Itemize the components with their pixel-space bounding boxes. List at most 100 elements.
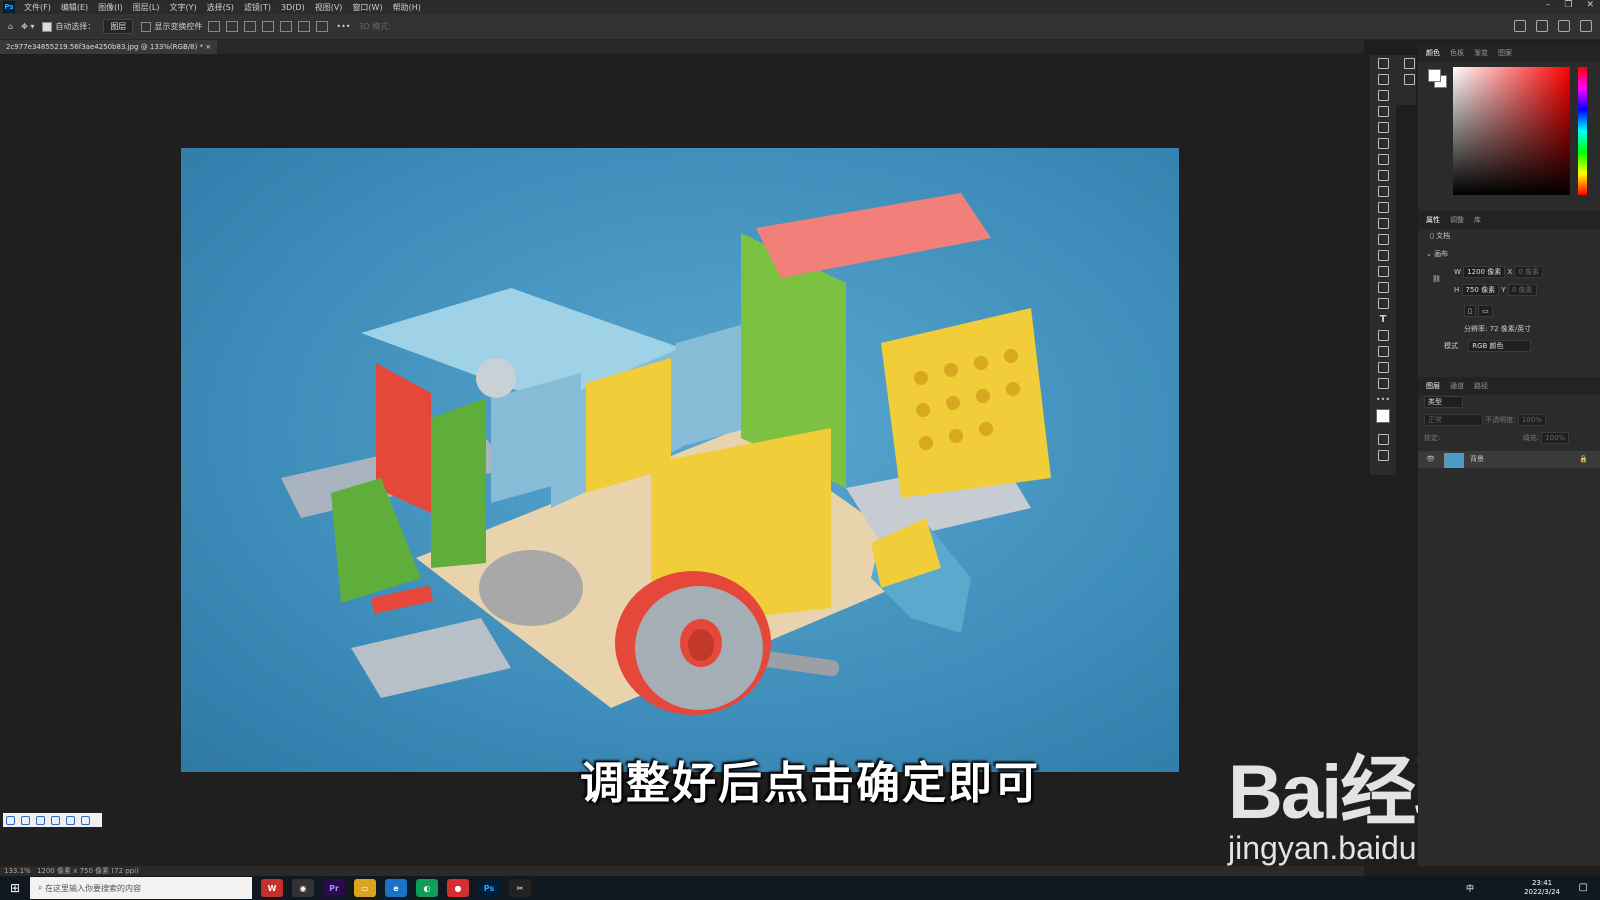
align-middle-icon[interactable] bbox=[298, 21, 311, 32]
hue-slider[interactable] bbox=[1578, 67, 1587, 195]
brush-tool[interactable] bbox=[1370, 183, 1396, 199]
hand-tool[interactable] bbox=[1370, 359, 1396, 375]
crop-tool[interactable] bbox=[1370, 119, 1396, 135]
tab-paths[interactable]: 路径 bbox=[1474, 381, 1488, 391]
mode-dropdown[interactable]: RGB 颜色 bbox=[1468, 340, 1531, 352]
menu-view[interactable]: 视图(V) bbox=[310, 2, 348, 13]
tab-layers[interactable]: 图层 bbox=[1426, 381, 1440, 391]
blend-mode-dropdown[interactable]: 正常 bbox=[1424, 414, 1483, 426]
distribute-icon[interactable] bbox=[262, 21, 275, 32]
auto-select-dropdown[interactable]: 图层 bbox=[103, 19, 134, 34]
more-options-icon[interactable]: ••• bbox=[336, 22, 350, 31]
foreground-swatch[interactable] bbox=[1428, 69, 1441, 82]
frame-tool[interactable] bbox=[1370, 135, 1396, 151]
system-clock[interactable]: 23:41 2022/3/24 bbox=[1524, 879, 1560, 897]
menu-3d[interactable]: 3D(D) bbox=[276, 3, 310, 12]
workspace-icon[interactable] bbox=[1558, 20, 1570, 32]
opacity-field[interactable]: 100% bbox=[1517, 414, 1546, 426]
taskbar-search[interactable]: ⌕ 在这里输入你要搜索的内容 bbox=[30, 877, 252, 899]
close-tab-icon[interactable]: × bbox=[205, 43, 211, 51]
paint-bucket-tool[interactable] bbox=[1370, 247, 1396, 263]
restore-icon[interactable]: ❐ bbox=[1564, 0, 1572, 10]
menu-layer[interactable]: 图层(L) bbox=[128, 2, 165, 13]
photoshop-taskbar-icon[interactable]: Ps bbox=[478, 879, 500, 897]
browser-app-icon[interactable]: ◐ bbox=[416, 879, 438, 897]
lasso-tool[interactable] bbox=[1370, 87, 1396, 103]
tab-gradients[interactable]: 渐变 bbox=[1474, 48, 1488, 58]
healing-tool[interactable] bbox=[1370, 167, 1396, 183]
align-bottom-icon[interactable] bbox=[316, 21, 329, 32]
ime-icon[interactable] bbox=[6, 815, 15, 825]
x-field[interactable]: 0 像素 bbox=[1514, 266, 1544, 278]
move-tool[interactable] bbox=[1370, 55, 1396, 71]
tab-patterns[interactable]: 图案 bbox=[1498, 48, 1512, 58]
history-brush-tool[interactable] bbox=[1370, 215, 1396, 231]
ime-lang-icon[interactable] bbox=[21, 815, 30, 825]
wps-app-icon[interactable]: W bbox=[261, 879, 283, 897]
layer-filter-field[interactable]: 类型 bbox=[1424, 396, 1463, 408]
lock-icon[interactable]: 🔒 bbox=[1579, 451, 1588, 468]
more-tools[interactable]: ••• bbox=[1370, 391, 1396, 407]
portrait-icon[interactable]: ▯ bbox=[1464, 305, 1476, 317]
menu-filter[interactable]: 滤镜(T) bbox=[239, 2, 276, 13]
eraser-tool[interactable] bbox=[1370, 231, 1396, 247]
search-icon[interactable] bbox=[1536, 20, 1548, 32]
menu-help[interactable]: 帮助(H) bbox=[388, 2, 426, 13]
record-app-icon[interactable]: ● bbox=[447, 879, 469, 897]
shape-tool[interactable] bbox=[1370, 343, 1396, 359]
screen-mode-tool[interactable] bbox=[1370, 447, 1396, 463]
eyedropper-tool[interactable] bbox=[1370, 151, 1396, 167]
width-field[interactable]: 1200 像素 bbox=[1463, 266, 1506, 278]
color-picker-field[interactable] bbox=[1453, 67, 1570, 195]
file-explorer-icon[interactable]: ▭ bbox=[354, 879, 376, 897]
notification-icon[interactable]: ▢ bbox=[1579, 882, 1588, 893]
canvas-section[interactable]: ⌄ 画布 bbox=[1426, 249, 1448, 259]
show-transform-checkbox[interactable]: 显示变换控件 bbox=[141, 21, 202, 32]
ime-indicator[interactable]: 中 bbox=[1466, 883, 1474, 894]
tab-properties[interactable]: 属性 bbox=[1426, 215, 1440, 225]
marquee-tool[interactable] bbox=[1370, 71, 1396, 87]
document-image[interactable] bbox=[181, 148, 1179, 772]
align-top-icon[interactable] bbox=[280, 21, 293, 32]
landscape-icon[interactable]: ▭ bbox=[1478, 305, 1493, 317]
link-icon[interactable]: ⛓ bbox=[1432, 275, 1441, 283]
align-center-icon[interactable] bbox=[226, 21, 239, 32]
move-tool-icon[interactable]: ✥ ▾ bbox=[21, 22, 34, 31]
share-icon[interactable] bbox=[1580, 20, 1592, 32]
windows-start-icon[interactable]: ⊞ bbox=[0, 876, 30, 900]
menu-type[interactable]: 文字(Y) bbox=[164, 2, 201, 13]
menu-edit[interactable]: 编辑(E) bbox=[56, 2, 93, 13]
home-icon[interactable]: ⌂ bbox=[8, 22, 13, 31]
path-select-tool[interactable] bbox=[1370, 327, 1396, 343]
minimize-icon[interactable]: – bbox=[1546, 0, 1551, 10]
tab-adjustments[interactable]: 调整 bbox=[1450, 215, 1464, 225]
tab-libraries[interactable]: 库 bbox=[1474, 215, 1481, 225]
height-field[interactable]: 750 像素 bbox=[1461, 284, 1500, 296]
user-icon[interactable] bbox=[1514, 20, 1526, 32]
foreground-background-colors[interactable] bbox=[1370, 407, 1396, 431]
pen-tool[interactable] bbox=[1370, 295, 1396, 311]
edge-browser-icon[interactable]: e bbox=[385, 879, 407, 897]
fill-field[interactable]: 100% bbox=[1541, 432, 1570, 444]
ime-user-icon[interactable] bbox=[66, 815, 75, 825]
menu-image[interactable]: 图像(I) bbox=[93, 2, 128, 13]
align-right-icon[interactable] bbox=[244, 21, 257, 32]
quick-mask-tool[interactable] bbox=[1370, 431, 1396, 447]
dodge-tool[interactable] bbox=[1370, 279, 1396, 295]
close-icon[interactable]: ✕ bbox=[1586, 0, 1594, 10]
zoom-tool[interactable] bbox=[1370, 375, 1396, 391]
capcut-app-icon[interactable]: ✂ bbox=[509, 879, 531, 897]
y-field[interactable]: 0 像素 bbox=[1507, 284, 1537, 296]
stamp-tool[interactable] bbox=[1370, 199, 1396, 215]
foreground-color-swatch[interactable] bbox=[1376, 409, 1390, 423]
blur-tool[interactable] bbox=[1370, 263, 1396, 279]
mouse-app-icon[interactable]: ◉ bbox=[292, 879, 314, 897]
menu-select[interactable]: 选择(S) bbox=[202, 2, 239, 13]
ime-settings-icon[interactable] bbox=[81, 815, 90, 825]
type-tool[interactable]: T bbox=[1370, 311, 1396, 327]
layer-filter[interactable]: 类型 bbox=[1424, 396, 1463, 408]
magic-wand-tool[interactable] bbox=[1370, 103, 1396, 119]
ime-punct-icon[interactable] bbox=[51, 815, 60, 825]
document-tab[interactable]: 2c977e34855219.56f3ae4250b83.jpg @ 133%(… bbox=[0, 40, 218, 54]
tab-channels[interactable]: 通道 bbox=[1450, 381, 1464, 391]
